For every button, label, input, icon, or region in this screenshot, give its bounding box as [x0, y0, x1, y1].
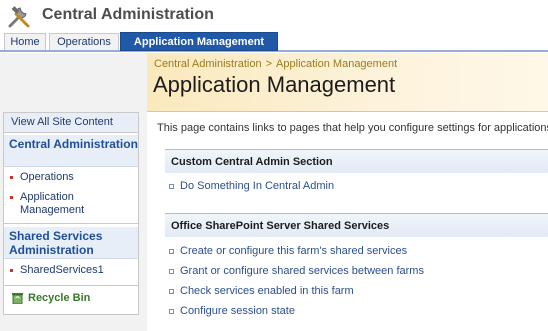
link-configure-session-state[interactable]: Configure session state [169, 305, 295, 317]
top-nav-tabs: Home Operations Application Management [0, 32, 548, 52]
bullet-square-icon [169, 184, 174, 189]
recycle-bin-label: Recycle Bin [28, 292, 91, 304]
quick-launch-heading-central-admin[interactable]: Central Administration [4, 135, 138, 167]
link-label: Check services enabled in this farm [180, 285, 354, 297]
link-do-something-in-central-admin[interactable]: Do Something In Central Admin [169, 180, 335, 192]
breadcrumb-current: Application Management [276, 58, 398, 70]
quick-launch-divider [4, 223, 138, 224]
quick-launch-heading-shared-services[interactable]: Shared Services Administration [4, 227, 138, 259]
quick-launch-item-label: Application Management [20, 191, 85, 216]
breadcrumb-link-central-admin[interactable]: Central Administration [154, 58, 262, 70]
quick-launch-item-application-management[interactable]: Application Management [4, 191, 138, 217]
quick-launch-divider [4, 285, 138, 286]
page-description: This page contains links to pages that h… [157, 122, 548, 134]
link-check-services-enabled[interactable]: Check services enabled in this farm [169, 285, 354, 297]
link-label: Grant or configure shared services betwe… [180, 265, 424, 277]
site-title[interactable]: Central Administration [42, 6, 214, 24]
quick-launch-item-sharedservices1[interactable]: SharedServices1 [4, 264, 138, 277]
recycle-bin-icon [12, 293, 23, 304]
quick-launch-item-label: SharedServices1 [20, 264, 104, 276]
link-label: Create or configure this farm's shared s… [180, 245, 408, 257]
tools-icon [8, 6, 30, 28]
quick-launch: View All Site Content Central Administra… [3, 112, 139, 315]
site-header: Central Administration [0, 0, 548, 33]
tab-application-management[interactable]: Application Management [120, 32, 278, 51]
bullet-square-icon [169, 289, 174, 294]
breadcrumb-separator: > [265, 58, 273, 70]
link-label: Configure session state [180, 305, 295, 317]
tab-operations[interactable]: Operations [49, 33, 119, 50]
section-heading-shared-services: Office SharePoint Server Shared Services [165, 213, 548, 237]
bullet-square-icon [169, 249, 174, 254]
bullet-icon [10, 176, 13, 179]
page-title-band: Central Administration > Application Manag… [147, 53, 548, 112]
link-create-configure-shared-services[interactable]: Create or configure this farm's shared s… [169, 245, 408, 257]
section-heading-custom-central-admin: Custom Central Admin Section [165, 149, 548, 173]
view-all-site-content-link[interactable]: View All Site Content [4, 113, 138, 133]
bullet-icon [10, 269, 13, 272]
bullet-square-icon [169, 269, 174, 274]
tab-home[interactable]: Home [4, 33, 46, 50]
page-title: Application Management [153, 72, 396, 97]
bullet-square-icon [169, 309, 174, 314]
left-column-top [0, 53, 147, 112]
quick-launch-item-label: Operations [20, 171, 74, 183]
link-label: Do Something In Central Admin [180, 180, 335, 192]
breadcrumb: Central Administration > Application Manag… [154, 58, 397, 70]
link-grant-configure-shared-services[interactable]: Grant or configure shared services betwe… [169, 265, 424, 277]
bullet-icon [10, 196, 13, 199]
quick-launch-item-operations[interactable]: Operations [4, 171, 138, 184]
